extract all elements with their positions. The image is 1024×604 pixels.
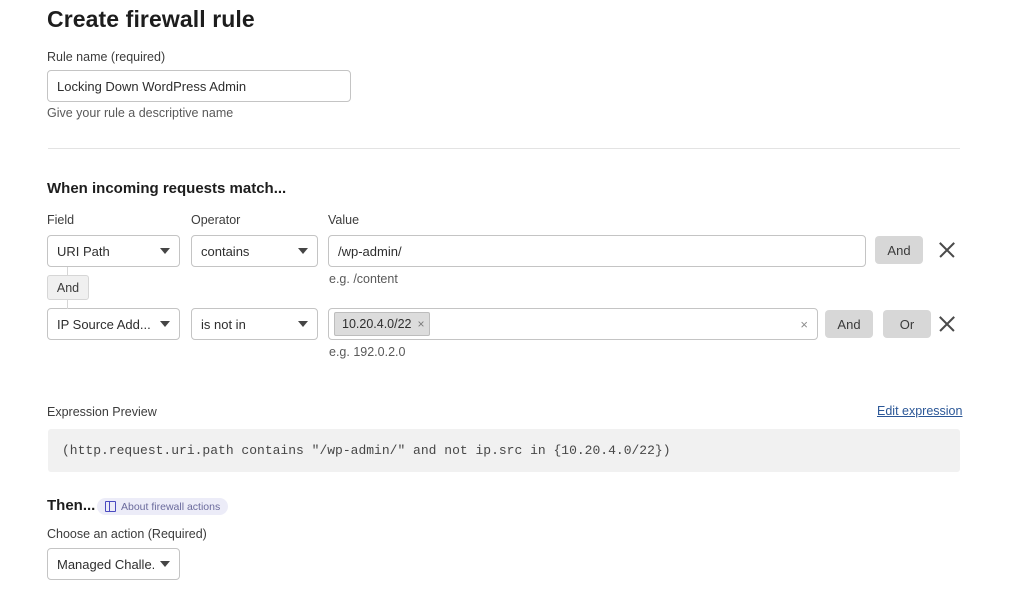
chevron-down-icon bbox=[160, 561, 170, 567]
connector-line-bottom bbox=[67, 299, 68, 309]
clear-value-icon[interactable]: × bbox=[800, 318, 808, 331]
rule-name-input[interactable] bbox=[47, 70, 351, 102]
chevron-down-icon bbox=[298, 321, 308, 327]
create-firewall-rule-page: Create firewall rule Rule name (required… bbox=[0, 0, 1024, 604]
value-tag-chip-label: 10.20.4.0/22 bbox=[342, 317, 412, 331]
column-header-field: Field bbox=[47, 212, 74, 228]
value-hint-row-2: e.g. 192.0.2.0 bbox=[329, 344, 405, 360]
and-button-row-1[interactable]: And bbox=[875, 236, 923, 264]
delete-condition-icon-row-2[interactable] bbox=[936, 313, 958, 335]
field-select-row-2[interactable]: IP Source Add... bbox=[47, 308, 180, 340]
value-tag-input-row-2[interactable]: 10.20.4.0/22 × × bbox=[328, 308, 818, 340]
edit-expression-link[interactable]: Edit expression bbox=[877, 404, 962, 418]
action-select-value: Managed Challe... bbox=[57, 557, 154, 572]
expression-preview-text: (http.request.uri.path contains "/wp-adm… bbox=[62, 443, 671, 458]
delete-condition-icon-row-1[interactable] bbox=[936, 239, 958, 261]
section-divider bbox=[48, 148, 960, 149]
page-title: Create firewall rule bbox=[47, 6, 255, 33]
field-select-row-2-value: IP Source Add... bbox=[57, 317, 154, 332]
column-header-operator: Operator bbox=[191, 212, 240, 228]
field-select-row-1[interactable]: URI Path bbox=[47, 235, 180, 267]
action-select[interactable]: Managed Challe... bbox=[47, 548, 180, 580]
operator-select-row-1[interactable]: contains bbox=[191, 235, 318, 267]
chevron-down-icon bbox=[160, 248, 170, 254]
match-section-heading: When incoming requests match... bbox=[47, 180, 286, 197]
operator-select-row-1-value: contains bbox=[201, 244, 292, 259]
or-button-row-2[interactable]: Or bbox=[883, 310, 931, 338]
book-icon bbox=[105, 501, 116, 512]
choose-action-label: Choose an action (Required) bbox=[47, 526, 207, 542]
operator-select-row-2-value: is not in bbox=[201, 317, 292, 332]
operator-select-row-2[interactable]: is not in bbox=[191, 308, 318, 340]
value-hint-row-1: e.g. /content bbox=[329, 271, 398, 287]
field-select-row-1-value: URI Path bbox=[57, 244, 154, 259]
and-button-row-2[interactable]: And bbox=[825, 310, 873, 338]
chevron-down-icon bbox=[298, 248, 308, 254]
then-section-heading: Then... bbox=[47, 497, 95, 514]
value-input-row-1[interactable] bbox=[328, 235, 866, 267]
expression-preview-label: Expression Preview bbox=[47, 404, 157, 420]
chevron-down-icon bbox=[160, 321, 170, 327]
remove-tag-icon[interactable]: × bbox=[418, 318, 425, 330]
connector-and-button[interactable]: And bbox=[47, 275, 89, 300]
value-tag-chip: 10.20.4.0/22 × bbox=[334, 312, 430, 336]
column-header-value: Value bbox=[328, 212, 359, 228]
rule-name-label: Rule name (required) bbox=[47, 49, 165, 65]
about-firewall-actions-label: About firewall actions bbox=[121, 501, 220, 513]
about-firewall-actions-badge[interactable]: About firewall actions bbox=[97, 498, 228, 515]
expression-preview-box: (http.request.uri.path contains "/wp-adm… bbox=[48, 429, 960, 472]
rule-name-hint: Give your rule a descriptive name bbox=[47, 105, 233, 121]
